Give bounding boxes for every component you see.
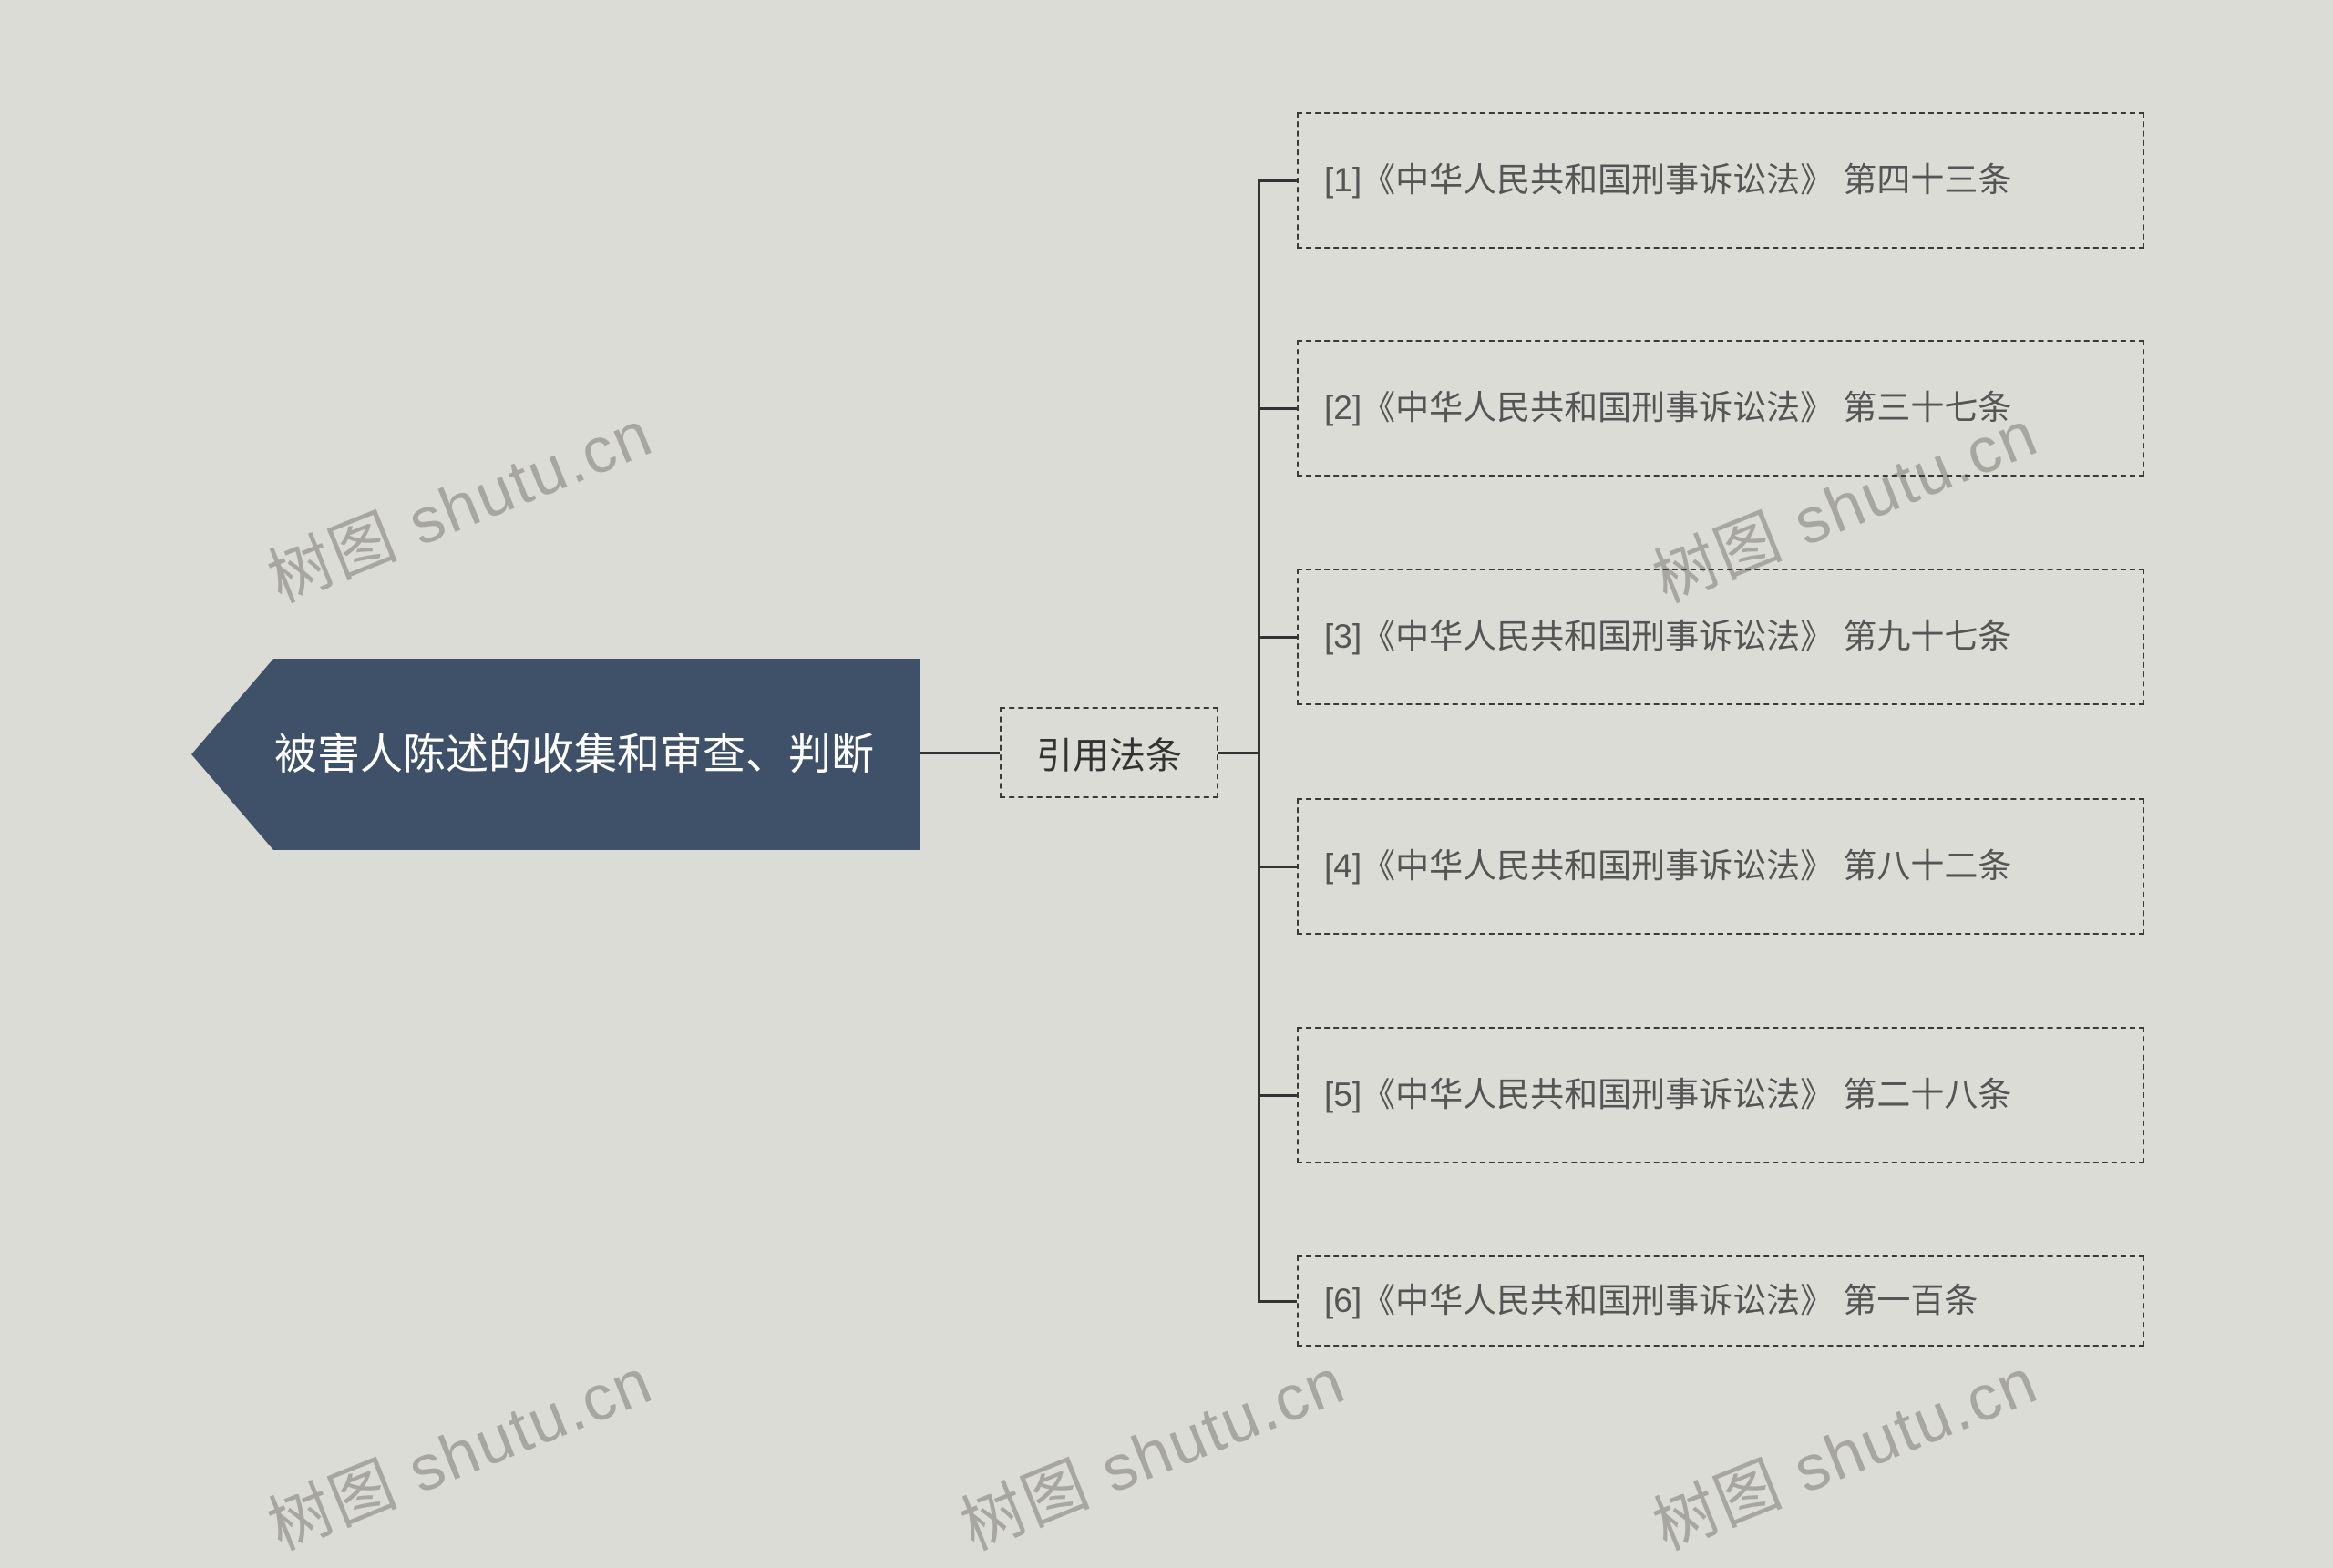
leaf-node-text: [1]《中华人民共和国刑事诉讼法》 第四十三条 xyxy=(1324,155,2011,206)
leaf-node-text: [3]《中华人民共和国刑事诉讼法》 第九十七条 xyxy=(1324,611,2011,662)
connector xyxy=(1258,179,1297,182)
leaf-node[interactable]: [5]《中华人民共和国刑事诉讼法》 第二十八条 xyxy=(1297,1027,2144,1163)
leaf-node-text: [2]《中华人民共和国刑事诉讼法》 第三十七条 xyxy=(1324,383,2011,434)
leaf-node[interactable]: [1]《中华人民共和国刑事诉讼法》 第四十三条 xyxy=(1297,112,2144,249)
root-node-title: 被害人陈述的收集和审查、判断 xyxy=(274,722,874,788)
connector xyxy=(1258,866,1297,868)
connector xyxy=(1258,179,1260,1302)
watermark: 树图 shutu.cn xyxy=(1638,1330,2049,1568)
connector xyxy=(1258,1094,1297,1097)
connector xyxy=(1258,407,1297,410)
sub-node-label: 引用法条 xyxy=(1036,726,1182,779)
watermark: 树图 shutu.cn xyxy=(252,383,663,620)
leaf-node[interactable]: [3]《中华人民共和国刑事诉讼法》 第九十七条 xyxy=(1297,569,2144,705)
sub-node[interactable]: 引用法条 xyxy=(1000,707,1218,798)
watermark: 树图 shutu.cn xyxy=(252,1330,663,1568)
leaf-node[interactable]: [4]《中华人民共和国刑事诉讼法》 第八十二条 xyxy=(1297,798,2144,935)
leaf-node[interactable]: [2]《中华人民共和国刑事诉讼法》 第三十七条 xyxy=(1297,340,2144,477)
connector xyxy=(1258,1300,1297,1303)
root-node[interactable]: 被害人陈述的收集和审查、判断 xyxy=(191,659,920,850)
connector xyxy=(920,752,1000,754)
leaf-node-text: [4]《中华人民共和国刑事诉讼法》 第八十二条 xyxy=(1324,841,2011,892)
connector xyxy=(1258,636,1297,639)
leaf-node[interactable]: [6]《中华人民共和国刑事诉讼法》 第一百条 xyxy=(1297,1255,2144,1347)
leaf-node-text: [6]《中华人民共和国刑事诉讼法》 第一百条 xyxy=(1324,1276,1978,1327)
connector xyxy=(1218,752,1258,754)
watermark: 树图 shutu.cn xyxy=(945,1330,1356,1568)
leaf-node-text: [5]《中华人民共和国刑事诉讼法》 第二十八条 xyxy=(1324,1070,2011,1121)
